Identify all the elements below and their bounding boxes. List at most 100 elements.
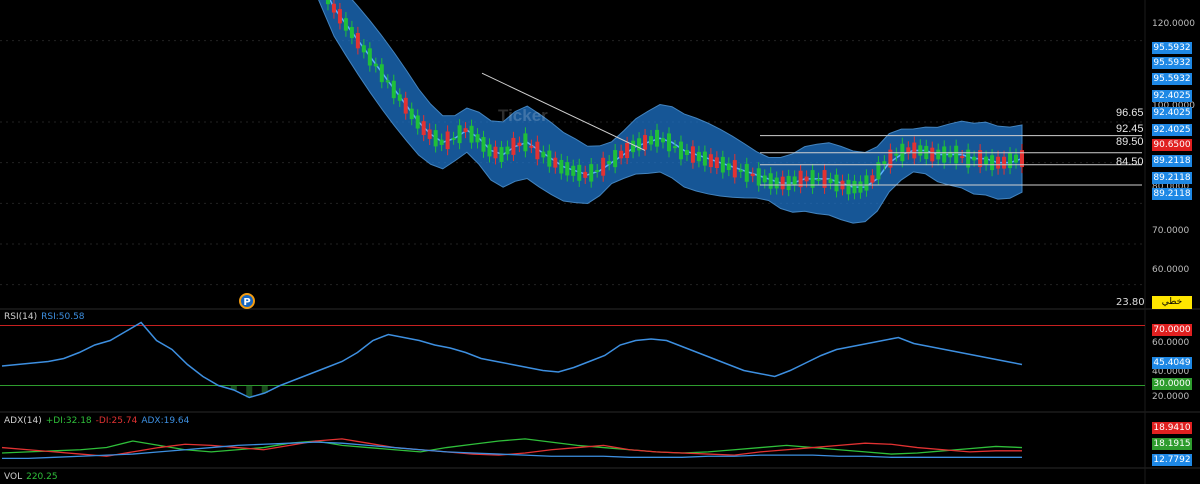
rsi-value: RSI:50.58 [41,312,85,322]
candle-body [541,151,546,158]
candle-body [379,64,384,83]
candle-body [1002,156,1007,169]
candle-body [349,27,354,39]
candle-body [936,149,941,160]
price-badge: 92.4025 [1152,90,1192,102]
candle-body [361,45,366,53]
candle-body [942,146,947,163]
adx-value: ADX:19.64 [141,416,190,426]
candle-body [1014,154,1019,163]
candle-body [720,156,725,173]
rsi-30-badge: 30.0000 [1152,378,1192,390]
candle-body [337,9,342,24]
candle-body [343,18,348,31]
candle-body [559,159,564,174]
volume-scale-label: 23.80 [1116,297,1145,308]
candle-body [529,145,534,148]
candle-body [672,146,677,149]
last-price-badge: 90.6500 [1152,139,1192,151]
vol-title: VOL 220.25 [4,472,62,482]
price-badge: 95.5932 [1152,57,1192,69]
candle-body [451,137,456,140]
candle-body [870,175,875,183]
candle-body [792,176,797,186]
price-tick-70: 70.0000 [1152,226,1190,236]
candle-body [535,141,540,160]
candle-body [678,141,683,160]
candle-body [547,150,552,167]
candle-body [960,156,965,159]
candle-body [954,145,959,164]
candle-body [367,48,372,66]
candle-body [996,156,1001,169]
candle-body [990,155,995,171]
candle-body [475,134,480,143]
price-badge: 92.4025 [1152,124,1192,136]
level-label: 89.50 [1116,136,1144,148]
candle-body [439,139,444,145]
vol-name: VOL [4,472,23,482]
price-tick-60: 60.0000 [1152,265,1190,275]
candle-body [601,157,606,176]
candle-body [355,32,360,49]
candle-body [565,162,570,176]
candle-body [661,138,666,143]
candle-body [331,3,336,13]
candle-body [756,168,761,186]
price-badge: 95.5932 [1152,42,1192,54]
candle-body [738,169,743,172]
level-label: 92.45 [1116,123,1144,135]
candle-body [403,97,408,114]
candle-body [744,163,749,182]
rsi-title: RSI(14) RSI:50.58 [4,312,89,322]
candle-body [649,136,654,145]
chart-type-label[interactable]: خطي [1152,296,1192,309]
rsi-tick: 20.0000 [1152,392,1190,402]
candle-body [643,135,648,150]
price-badge: 95.5932 [1152,73,1192,85]
candle-body [457,125,462,144]
candle-body [511,137,516,155]
minus-di-line [1,438,1022,457]
candle-body [864,175,869,191]
candle-body [469,125,474,143]
chart-canvas[interactable] [0,0,1200,484]
candle-body [846,179,851,195]
candle-body [984,156,989,165]
candle-body [834,174,839,192]
candle-body [690,146,695,163]
minus-di-value: -DI:25.74 [95,416,138,426]
rsi-name: RSI(14) [4,312,38,322]
candle-body [445,131,450,150]
candle-body [463,128,468,133]
candle-body [373,63,378,67]
candle-body [732,160,737,178]
candle-body [696,151,701,162]
candle-body [607,161,612,165]
adx-title: ADX(14) +DI:32.18 -DI:25.74 ADX:19.64 [4,416,193,426]
candle-body [972,156,977,161]
price-tick-120: 120.0000 [1152,19,1195,29]
candle-body [613,150,618,168]
candle-body [666,133,671,152]
candle-body [499,147,504,163]
plus-di-badge: 18.1915 [1152,438,1192,450]
candle-body [702,151,707,166]
candle-body [391,80,396,99]
candle-body [415,115,420,129]
p-logo-icon[interactable]: P [239,293,255,309]
candle-body [726,163,731,171]
candle-body [714,157,719,169]
candle-body [553,157,558,168]
candle-body [487,144,492,157]
candle-body [708,154,713,168]
rsi-value-badge: 45.4049 [1152,357,1192,369]
candle-body [325,0,330,5]
price-badge: 89.2118 [1152,172,1192,184]
trading-chart: 120.0000 70.0000 60.0000 100.0000 80.000… [0,0,1200,484]
vol-value: 220.25 [26,472,58,482]
candle-body [481,137,486,152]
candle-body [625,142,630,159]
plus-di-value: +DI:32.18 [45,416,92,426]
rsi-70-badge: 70.0000 [1152,324,1192,336]
